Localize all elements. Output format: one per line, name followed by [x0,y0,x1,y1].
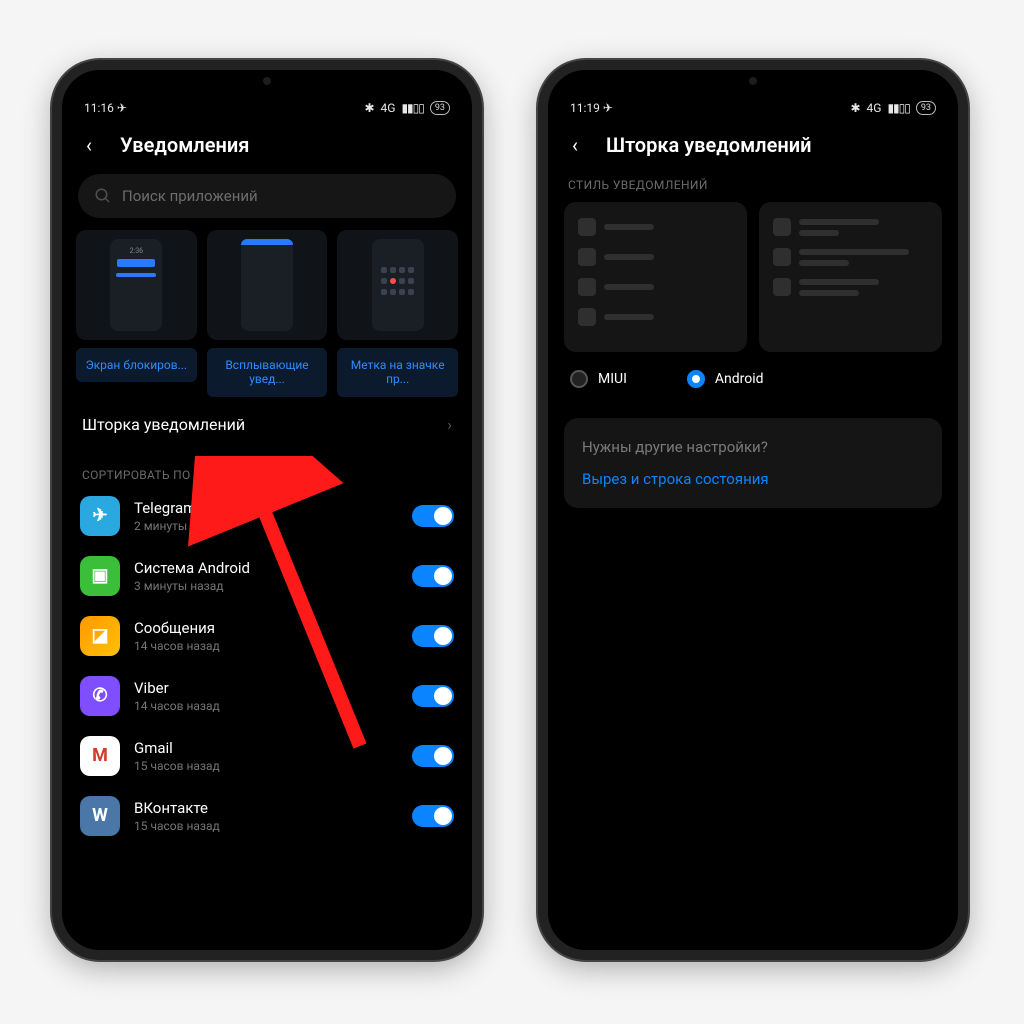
row-label: Шторка уведомлений [82,415,245,434]
app-row[interactable]: ✆ Viber14 часов назад [62,666,472,726]
page-title: Шторка уведомлений [606,133,811,157]
link-cutout-statusbar[interactable]: Вырез и строка состояния [582,470,924,488]
sort-label[interactable]: СОРТИРОВАТЬ ПО ВРЕМЕНИ ⌄ [62,452,472,486]
status-time: 11:16 [84,101,114,115]
status-bar: 11:16 ✈ ✱ 4G ▮▮▯▯ 93 [62,98,472,118]
tile-floating[interactable]: Всплывающие увед... [207,230,328,397]
phone-notification-shade: 11:19 ✈ ✱ 4G ▮▮▯▯ 93 ‹ Шторка уведомлени… [538,60,968,960]
style-card-miui[interactable] [564,202,747,352]
battery-icon: 93 [916,101,936,115]
search-icon [94,187,112,205]
page-title: Уведомления [120,133,249,157]
row-notification-shade[interactable]: Шторка уведомлений › [62,397,472,452]
search-placeholder: Поиск приложений [122,187,258,205]
toggle-switch[interactable] [412,565,454,587]
network-icon: 4G [381,101,396,115]
telegram-icon: ✈ [80,496,120,536]
signal-icon: ▮▮▯▯ [887,101,909,115]
bluetooth-icon: ✱ [850,101,860,115]
radio-android[interactable]: Android [687,370,764,388]
android-icon: ▣ [80,556,120,596]
radio-off-icon [570,370,588,388]
radio-miui[interactable]: MIUI [570,370,627,388]
app-row[interactable]: ◪ Сообщения14 часов назад [62,606,472,666]
gmail-icon: M [80,736,120,776]
vk-icon: W [80,796,120,836]
phone-notch [187,70,347,92]
style-card-android[interactable] [759,202,942,352]
status-bar: 11:19 ✈ ✱ 4G ▮▮▯▯ 93 [548,98,958,118]
toggle-switch[interactable] [412,685,454,707]
tile-lockscreen[interactable]: 2:36 Экран блокиров... [76,230,197,397]
search-input[interactable]: Поиск приложений [78,174,456,218]
card-question: Нужны другие настройки? [582,438,924,456]
notification-type-tiles: 2:36 Экран блокиров... Всплывающие увед.… [62,230,472,397]
phone-notifications: 11:16 ✈ ✱ 4G ▮▮▯▯ 93 ‹ Уведомления Поиск… [52,60,482,960]
back-button[interactable]: ‹ [76,132,102,158]
toggle-switch[interactable] [412,625,454,647]
radio-on-icon [687,370,705,388]
phone-notch [673,70,833,92]
status-time: 11:19 [570,101,600,115]
tile-badge[interactable]: Метка на значке пр... [337,230,458,397]
messages-icon: ◪ [80,616,120,656]
telegram-send-icon: ✈ [117,101,127,115]
bluetooth-icon: ✱ [364,101,374,115]
style-options [548,202,958,352]
battery-icon: 93 [430,101,450,115]
network-icon: 4G [867,101,882,115]
app-row[interactable]: W ВКонтакте15 часов назад [62,786,472,846]
more-settings-card: Нужны другие настройки? Вырез и строка с… [564,418,942,508]
app-list: ✈ Telegram2 минуты назад ▣ Система Andro… [62,486,472,846]
signal-icon: ▮▮▯▯ [401,101,423,115]
toggle-switch[interactable] [412,805,454,827]
section-style-label: СТИЛЬ УВЕДОМЛЕНИЙ [548,168,958,202]
toggle-switch[interactable] [412,745,454,767]
app-row[interactable]: ▣ Система Android3 минуты назад [62,546,472,606]
back-button[interactable]: ‹ [562,132,588,158]
chevron-right-icon: › [447,415,452,434]
viber-icon: ✆ [80,676,120,716]
toggle-switch[interactable] [412,505,454,527]
app-row[interactable]: M Gmail15 часов назад [62,726,472,786]
app-row[interactable]: ✈ Telegram2 минуты назад [62,486,472,546]
chevron-down-icon: ⌄ [258,468,268,482]
telegram-send-icon: ✈ [603,101,613,115]
